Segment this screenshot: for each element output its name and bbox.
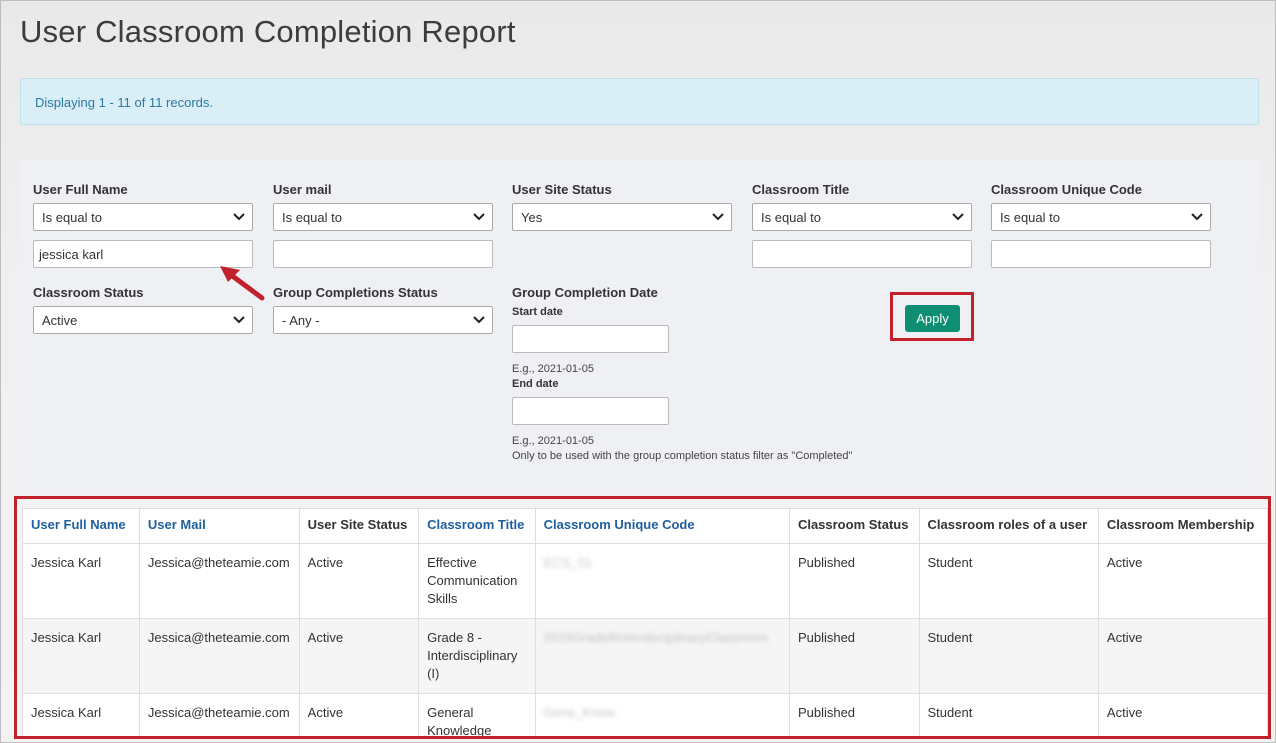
- start-date-input[interactable]: [512, 325, 669, 353]
- chevron-down-icon: [1191, 213, 1203, 221]
- user-full-name-operator-select[interactable]: Is equal to: [33, 203, 253, 231]
- cell-classroom-status: Published: [788, 693, 920, 736]
- column-header-classroom-title[interactable]: Classroom Title: [418, 508, 536, 544]
- filter-label: Classroom Unique Code: [991, 182, 1142, 197]
- blurred-code: 2019Grade8InterdisciplinaryClassroom: [543, 630, 769, 645]
- cell-user-mail: Jessica@theteamie.com: [138, 543, 300, 619]
- user-mail-operator-select[interactable]: Is equal to: [273, 203, 493, 231]
- cell-classroom-unique-code: 2019Grade8InterdisciplinaryClassroom: [534, 618, 790, 694]
- filter-label: User Full Name: [33, 182, 128, 197]
- records-alert: Displaying 1 - 11 of 11 records.: [20, 78, 1259, 125]
- chevron-down-icon: [712, 213, 724, 221]
- filter-label: User mail: [273, 182, 332, 197]
- cell-user-full-name: Jessica Karl: [22, 693, 140, 736]
- cell-classroom-unique-code: Gene_Know: [534, 693, 790, 736]
- cell-user-full-name: Jessica Karl: [22, 618, 140, 694]
- select-value: Is equal to: [1000, 210, 1060, 225]
- column-header-user-mail[interactable]: User Mail: [138, 508, 300, 544]
- column-header-user-site-status: User Site Status: [298, 508, 420, 544]
- table-header-row: User Full Name User Mail User Site Statu…: [22, 508, 1268, 544]
- filter-user-site-status: User Site Status Yes: [512, 182, 732, 231]
- filter-classroom-title: Classroom Title Is equal to: [752, 182, 972, 268]
- page-title: User Classroom Completion Report: [20, 14, 516, 49]
- cell-classroom-title: Grade 8 - Interdisciplinary (I): [418, 618, 536, 694]
- select-value: Active: [42, 313, 78, 328]
- cell-classroom-roles: Student: [918, 618, 1099, 694]
- filter-label: Group Completions Status: [273, 285, 438, 300]
- cell-classroom-unique-code: ECS_01: [534, 543, 790, 619]
- chevron-down-icon: [233, 213, 245, 221]
- classroom-unique-code-operator-select[interactable]: Is equal to: [991, 203, 1211, 231]
- user-site-status-select[interactable]: Yes: [512, 203, 732, 231]
- filter-panel: User Full Name Is equal to jessica karl …: [20, 160, 1259, 495]
- apply-button[interactable]: Apply: [905, 305, 960, 332]
- column-header-user-full-name[interactable]: User Full Name: [22, 508, 140, 544]
- cell-user-site-status: Active: [298, 543, 420, 619]
- select-value: Yes: [521, 210, 543, 225]
- cell-classroom-status: Published: [788, 543, 920, 619]
- chevron-down-icon: [952, 213, 964, 221]
- cell-classroom-roles: Student: [918, 543, 1099, 619]
- select-value: Is equal to: [42, 210, 102, 225]
- classroom-unique-code-input[interactable]: [991, 240, 1211, 268]
- table-row: Jessica Karl Jessica@theteamie.com Activ…: [22, 693, 1268, 736]
- cell-user-site-status: Active: [298, 693, 420, 736]
- column-header-classroom-roles: Classroom roles of a user: [918, 508, 1099, 544]
- filter-label: User Site Status: [512, 182, 612, 197]
- filter-user-full-name: User Full Name Is equal to jessica karl: [33, 182, 253, 268]
- end-date-label: End date: [512, 378, 559, 390]
- start-date-hint: E.g., 2021-01-05: [512, 363, 594, 375]
- select-value: Is equal to: [761, 210, 821, 225]
- cell-classroom-status: Published: [788, 618, 920, 694]
- filter-label: Group Completion Date: [512, 285, 658, 300]
- group-completions-status-select[interactable]: - Any -: [273, 306, 493, 334]
- cell-classroom-membership: Active: [1097, 543, 1268, 619]
- user-mail-input[interactable]: [273, 240, 493, 268]
- column-header-classroom-unique-code[interactable]: Classroom Unique Code: [534, 508, 790, 544]
- end-date-hint: E.g., 2021-01-05: [512, 435, 594, 447]
- blurred-code: Gene_Know: [543, 705, 616, 720]
- column-header-classroom-status: Classroom Status: [788, 508, 920, 544]
- cell-classroom-roles: Student: [918, 693, 1099, 736]
- end-date-input[interactable]: [512, 397, 669, 425]
- filter-label: Classroom Title: [752, 182, 850, 197]
- blurred-code: ECS_01: [543, 555, 593, 570]
- classroom-title-operator-select[interactable]: Is equal to: [752, 203, 972, 231]
- chevron-down-icon: [473, 316, 485, 324]
- cell-classroom-membership: Active: [1097, 693, 1268, 736]
- completion-date-note: Only to be used with the group completio…: [512, 450, 853, 462]
- filter-classroom-unique-code: Classroom Unique Code Is equal to: [991, 182, 1211, 268]
- filter-user-mail: User mail Is equal to: [273, 182, 493, 268]
- chevron-down-icon: [473, 213, 485, 221]
- start-date-label: Start date: [512, 306, 563, 318]
- cell-classroom-title: Effective Communication Skills: [418, 543, 536, 619]
- table-row: Jessica Karl Jessica@theteamie.com Activ…: [22, 543, 1268, 619]
- classroom-title-input[interactable]: [752, 240, 972, 268]
- select-value: - Any -: [282, 313, 320, 328]
- filter-group-completions-status: Group Completions Status - Any -: [273, 285, 493, 334]
- cell-user-site-status: Active: [298, 618, 420, 694]
- results-highlight: User Full Name User Mail User Site Statu…: [14, 496, 1271, 739]
- cell-user-mail: Jessica@theteamie.com: [138, 618, 300, 694]
- classroom-status-select[interactable]: Active: [33, 306, 253, 334]
- annotation-arrow-icon: [220, 266, 265, 301]
- cell-user-full-name: Jessica Karl: [22, 543, 140, 619]
- select-value: Is equal to: [282, 210, 342, 225]
- results-table: User Full Name User Mail User Site Statu…: [22, 508, 1268, 736]
- filter-group-completion-date: Group Completion Date Start date E.g., 2…: [512, 285, 852, 462]
- cell-user-mail: Jessica@theteamie.com: [138, 693, 300, 736]
- chevron-down-icon: [233, 316, 245, 324]
- cell-classroom-membership: Active: [1097, 618, 1268, 694]
- cell-classroom-title: General Knowledge: [418, 693, 536, 736]
- apply-highlight: Apply: [890, 292, 974, 341]
- table-row: Jessica Karl Jessica@theteamie.com Activ…: [22, 618, 1268, 694]
- column-header-classroom-membership: Classroom Membership: [1097, 508, 1268, 544]
